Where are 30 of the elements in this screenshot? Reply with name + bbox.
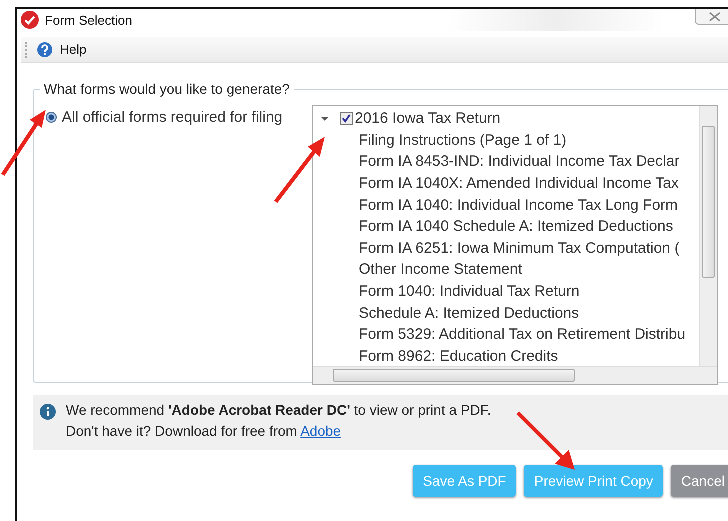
info-icon <box>40 404 56 420</box>
option-label[interactable]: All official forms required for filing <box>62 109 283 126</box>
close-icon <box>709 12 721 22</box>
tree-item[interactable]: Form IA 1040 Schedule A: Itemized Deductions <box>359 218 674 236</box>
window-title: Form Selection <box>45 12 132 28</box>
tree-item[interactable]: Schedule A: Itemized Deductions <box>359 304 580 322</box>
tree-item[interactable]: Form 1040: Individual Tax Return <box>359 283 580 300</box>
tree-item[interactable]: Other Income Statement <box>359 261 522 278</box>
tree-item[interactable]: Form 8962: Education Credits <box>359 348 558 365</box>
radio-button[interactable] <box>46 112 57 123</box>
checkbox[interactable] <box>340 112 353 126</box>
info-message: We recommend 'Adobe Acrobat Reader DC' to view or print a PDF. <box>66 401 492 420</box>
tree-item[interactable]: Form IA 6251: Iowa Minimum Tax Computation ( <box>359 240 680 257</box>
adobe-link[interactable]: Adobe <box>300 423 342 439</box>
tree-item[interactable]: Filing Instructions (Page 1 of 1) <box>359 132 567 149</box>
close-button[interactable] <box>695 9 728 25</box>
tree-item[interactable]: Form IA 8453-IND: Individual Income Tax Declar <box>359 153 680 170</box>
checkmark-icon <box>21 11 39 29</box>
annotation-arrow <box>515 410 577 472</box>
expand-arrow-icon[interactable] <box>321 116 329 121</box>
help-button[interactable]: Help <box>37 42 87 58</box>
tree-item[interactable]: 2016 Iowa Tax Return <box>355 110 501 128</box>
group-legend: What forms would you like to generate? <box>40 81 294 97</box>
download-hint: Don't have it? Download for free from <box>66 423 298 439</box>
help-icon <box>37 42 53 58</box>
tree-item[interactable]: Form IA 1040: Individual Income Tax Long Form <box>359 196 678 214</box>
tree-item[interactable]: Form IA 1040X: Amended Individual Income Tax <box>359 175 679 192</box>
vertical-scrollbar[interactable] <box>699 106 717 366</box>
horizontal-scrollbar[interactable] <box>313 366 717 384</box>
tree-item[interactable]: Form 5329: Additional Tax on Retirement Distribu <box>359 326 686 344</box>
